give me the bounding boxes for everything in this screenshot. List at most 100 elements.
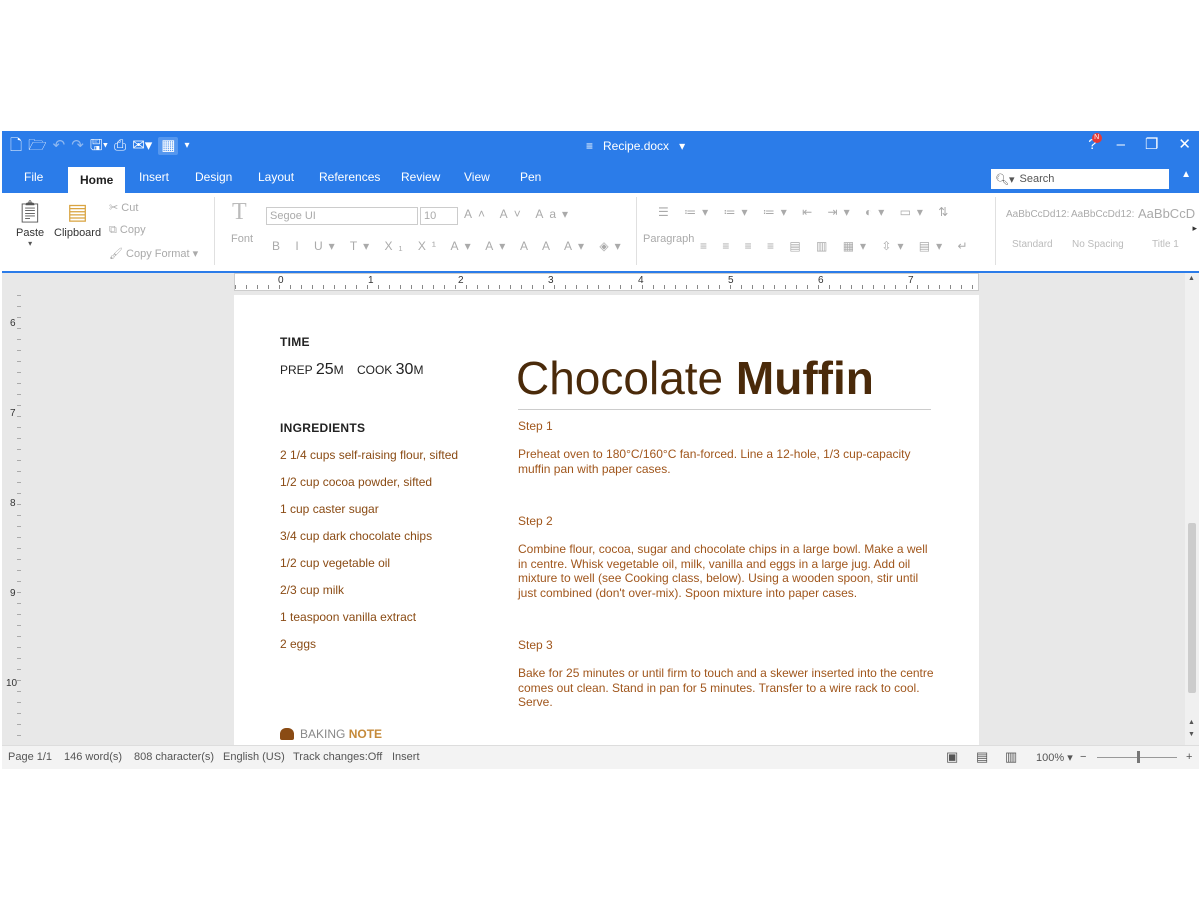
track-changes[interactable]: Track changes:Off (293, 751, 382, 763)
step-text: Combine flour, cocoa, sugar and chocolat… (518, 542, 928, 600)
zoom-in-button[interactable]: + (1186, 751, 1192, 763)
window-controls: ? N – ❐ ✕ (1088, 132, 1191, 153)
quick-access-toolbar: 🗋 🗁 ↶ ↷ 🖫▾ ⎙ ✉▾ ▦ ▾ (10, 137, 190, 155)
scrollbar-thumb[interactable] (1188, 523, 1196, 693)
style-standard-sample[interactable]: AaBbCcDd12: (1006, 209, 1069, 220)
ruler-number: 6 (818, 275, 824, 286)
step-heading: Step 3 (518, 638, 553, 652)
styles-more-icon[interactable]: ▸ (1192, 223, 1197, 234)
tab-references[interactable]: References (319, 170, 380, 184)
collapse-ribbon-icon[interactable]: ▲ (1181, 169, 1191, 180)
restore-button[interactable]: ❐ (1145, 135, 1158, 153)
tab-file[interactable]: File (24, 170, 43, 184)
tab-review[interactable]: Review (401, 170, 440, 184)
ruler-number: 6 (10, 318, 16, 329)
vertical-ruler[interactable]: 6 7 8 9 10 (6, 295, 22, 745)
tab-home[interactable]: Home (68, 167, 126, 193)
new-document-icon[interactable]: 🗋 (10, 137, 22, 155)
title-bar: 🗋 🗁 ↶ ↷ 🖫▾ ⎙ ✉▾ ▦ ▾ ≡ Recipe.docx ▾ ? N –… (2, 131, 1199, 163)
horizontal-ruler[interactable]: 0 1 2 3 4 5 6 7 (234, 273, 979, 291)
print-icon[interactable]: ⎙ (114, 137, 126, 155)
ruler-number: 1 (368, 275, 374, 286)
paragraph-align-buttons[interactable]: ≡ ≡ ≡ ≡ ▤ ▥ ▦▾ ⇳▾ ▤▾ ↵ (700, 239, 974, 253)
ingredient-item: 1/2 cup cocoa powder, sifted (280, 475, 433, 489)
web-layout-icon[interactable]: ▤ (976, 749, 988, 765)
recipe-title: Chocolate Muffin (516, 352, 874, 404)
document-page[interactable]: TIME PREP 25M COOK 30M INGREDIENTS 2 1/4… (234, 295, 979, 745)
undo-icon[interactable]: ↶ (53, 137, 66, 155)
font-size-buttons[interactable]: A˄ A˅ Aa▾ (464, 207, 574, 221)
tab-pen[interactable]: Pen (520, 170, 541, 184)
step-text: Bake for 25 minutes or until firm to tou… (518, 666, 934, 709)
read-mode-icon[interactable]: ▥ (1005, 749, 1017, 765)
zoom-out-button[interactable]: − (1080, 751, 1086, 763)
style-title-sample[interactable]: AaBbCcD (1138, 206, 1195, 221)
ruler-number: 8 (10, 498, 16, 509)
tab-layout[interactable]: Layout (258, 170, 294, 184)
copy-button[interactable]: ⧉ Copy (109, 224, 146, 237)
notification-badge: N (1091, 132, 1102, 143)
ribbon-tabs: File Home Insert Design Layout Reference… (2, 163, 1199, 193)
layout-view-icon[interactable]: ▦ (158, 137, 179, 155)
ruler-number: 5 (728, 275, 734, 286)
style-nospacing-sample[interactable]: AaBbCcDd12: (1071, 209, 1134, 220)
paragraph-top-buttons[interactable]: ☰ ≔▾ ≔▾ ≔▾ ⇤ ⇥▾ ◐▾ ▭▾ ⇅ (658, 205, 954, 219)
search-icon: 🔍︎▾ (995, 173, 1015, 186)
chevron-down-icon: ▾ (679, 139, 686, 153)
print-layout-icon[interactable]: ▣ (946, 749, 958, 765)
tab-insert[interactable]: Insert (139, 170, 169, 184)
save-icon[interactable]: 🖫▾ (90, 137, 108, 155)
style-title-name: Title 1 (1152, 239, 1179, 250)
zoom-slider-handle[interactable] (1137, 751, 1140, 763)
status-bar: Page 1/1 146 word(s) 808 character(s) En… (2, 745, 1199, 769)
ruler-number: 7 (10, 408, 16, 419)
zoom-level[interactable]: 100% ▾ (1036, 751, 1073, 764)
ingredient-item: 3/4 cup dark chocolate chips (280, 529, 433, 543)
customize-toolbar-icon[interactable]: ▾ (184, 137, 189, 155)
font-group-label: Font (231, 233, 254, 245)
font-size-select[interactable]: 10 (420, 207, 458, 225)
insert-mode[interactable]: Insert (392, 751, 420, 763)
cut-button[interactable]: ✂ Cut (109, 201, 138, 214)
word-processor-window: 🗋 🗁 ↶ ↷ 🖫▾ ⎙ ✉▾ ▦ ▾ ≡ Recipe.docx ▾ ? N –… (2, 131, 1199, 769)
redo-icon[interactable]: ↷ (71, 137, 84, 155)
ingredient-item: 1/2 cup vegetable oil (280, 556, 391, 570)
paragraph-group-label: Paragraph (643, 233, 695, 245)
font-name-select[interactable]: Segoe UI (266, 207, 418, 225)
ingredient-item: 2 eggs (280, 637, 317, 651)
step-heading: Step 1 (518, 419, 553, 433)
title-divider (518, 409, 931, 410)
vertical-scrollbar[interactable]: ▲ ▲ ▼ (1185, 273, 1199, 745)
scroll-page-up-icon[interactable]: ▲ (1188, 719, 1195, 726)
open-folder-icon[interactable]: 🗁 (28, 137, 47, 155)
scroll-page-down-icon[interactable]: ▼ (1188, 731, 1195, 738)
ruler-number: 4 (638, 275, 644, 286)
ingredient-item: 1 cup caster sugar (280, 502, 379, 516)
style-nospacing-name: No Spacing (1072, 239, 1124, 250)
prep-cook-times: PREP 25M COOK 30M (280, 361, 424, 378)
document-list-icon: ≡ (586, 139, 594, 153)
scroll-up-icon[interactable]: ▲ (1188, 275, 1195, 282)
ingredient-item: 2/3 cup milk (280, 583, 345, 597)
tab-design[interactable]: Design (195, 170, 232, 184)
search-input[interactable]: 🔍︎▾ Search (991, 169, 1169, 189)
baking-note: BAKING NOTE (280, 727, 382, 741)
document-name: Recipe.docx (603, 139, 670, 153)
language[interactable]: English (US) (223, 751, 285, 763)
word-count: 146 word(s) (64, 751, 123, 763)
document-title[interactable]: ≡ Recipe.docx ▾ (586, 139, 685, 153)
ruler-number: 7 (908, 275, 914, 286)
copy-format-button[interactable]: 🖌︎ Copy Format ▾ (109, 247, 198, 260)
minimize-button[interactable]: – (1117, 136, 1125, 153)
email-icon[interactable]: ✉▾ (132, 137, 152, 155)
ruler-number: 0 (278, 275, 284, 286)
close-button[interactable]: ✕ (1178, 135, 1191, 153)
paste-button[interactable]: 📋︎ Paste ▾ (16, 199, 44, 248)
font-icon: T (232, 199, 247, 225)
help-icon[interactable]: ? N (1088, 132, 1102, 153)
clipboard-button[interactable]: ▤ Clipboard (54, 199, 101, 239)
page-count: Page 1/1 (8, 751, 53, 763)
tab-view[interactable]: View (464, 170, 490, 184)
font-format-buttons[interactable]: B I U▾ T▾ X₁ X¹ A▾ A▾ A A A▾ ◈▾ (272, 239, 627, 253)
ruler-number: 2 (458, 275, 464, 286)
